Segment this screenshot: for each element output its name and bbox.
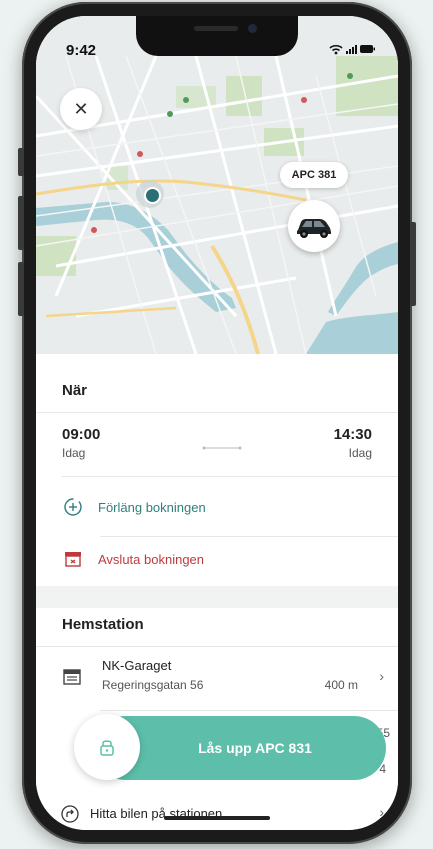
section-gap <box>36 586 398 608</box>
start-day: Idag <box>62 446 86 460</box>
divider <box>100 710 398 711</box>
map-view[interactable]: 9:42 ✕ APC 381 <box>36 16 398 354</box>
power-button <box>410 222 416 306</box>
signal-icon <box>346 45 357 54</box>
chevron-right-icon: › <box>379 804 384 820</box>
wifi-icon <box>329 44 343 55</box>
front-camera <box>248 24 257 33</box>
end-booking-label: Avsluta bokningen <box>98 551 205 567</box>
home-indicator[interactable] <box>164 816 270 820</box>
home-station-row[interactable]: NK-Garaget Regeringsgatan 56 400 m › <box>36 648 398 704</box>
extend-booking-button[interactable]: Förläng bokningen <box>62 496 206 518</box>
phone-notch <box>136 16 298 56</box>
volume-up-button <box>18 196 24 250</box>
divider <box>36 646 398 647</box>
user-location-dot <box>144 187 161 204</box>
close-button[interactable]: ✕ <box>60 88 102 130</box>
side-button <box>18 148 24 176</box>
volume-down-button <box>18 262 24 316</box>
find-car-row[interactable]: Hitta bilen på stationen › <box>36 802 398 828</box>
lock-icon <box>100 740 114 756</box>
end-booking-button[interactable]: Avsluta bokningen <box>62 548 204 570</box>
close-icon: ✕ <box>73 98 89 119</box>
start-time: 09:00 <box>62 426 101 443</box>
end-day: Idag <box>348 446 372 460</box>
end-booking-icon <box>65 552 81 567</box>
navigate-icon <box>61 805 79 823</box>
divider <box>36 412 398 413</box>
divider <box>100 536 398 537</box>
station-name: NK-Garaget <box>102 658 172 673</box>
car-icon <box>297 219 331 238</box>
divider <box>62 476 398 477</box>
unlock-slider-handle[interactable] <box>74 714 140 780</box>
home-station-title: Hemstation <box>62 616 144 633</box>
status-icons <box>328 42 376 56</box>
speaker-grille <box>194 26 238 31</box>
status-time: 9:42 <box>66 42 97 59</box>
phone-screen: 9:42 ✕ APC 381 När 09:00 Idag 14:30 Idag… <box>36 16 398 830</box>
station-distance: 400 m <box>324 678 358 692</box>
extend-booking-label: Förläng bokningen <box>98 499 206 515</box>
chevron-right-icon: › <box>379 668 384 684</box>
time-range-arrow-icon <box>202 446 242 450</box>
unlock-label: Lås upp APC 831 <box>198 740 312 756</box>
map-canvas <box>36 16 398 354</box>
garage-icon <box>63 669 81 685</box>
car-marker[interactable] <box>288 200 340 252</box>
extend-time-icon <box>64 498 82 516</box>
battery-icon <box>360 45 375 53</box>
car-plate-tag[interactable]: APC 381 <box>280 162 348 188</box>
end-time: 14:30 <box>333 426 372 443</box>
when-section-title: När <box>62 382 88 399</box>
station-address: Regeringsgatan 56 <box>102 678 204 692</box>
